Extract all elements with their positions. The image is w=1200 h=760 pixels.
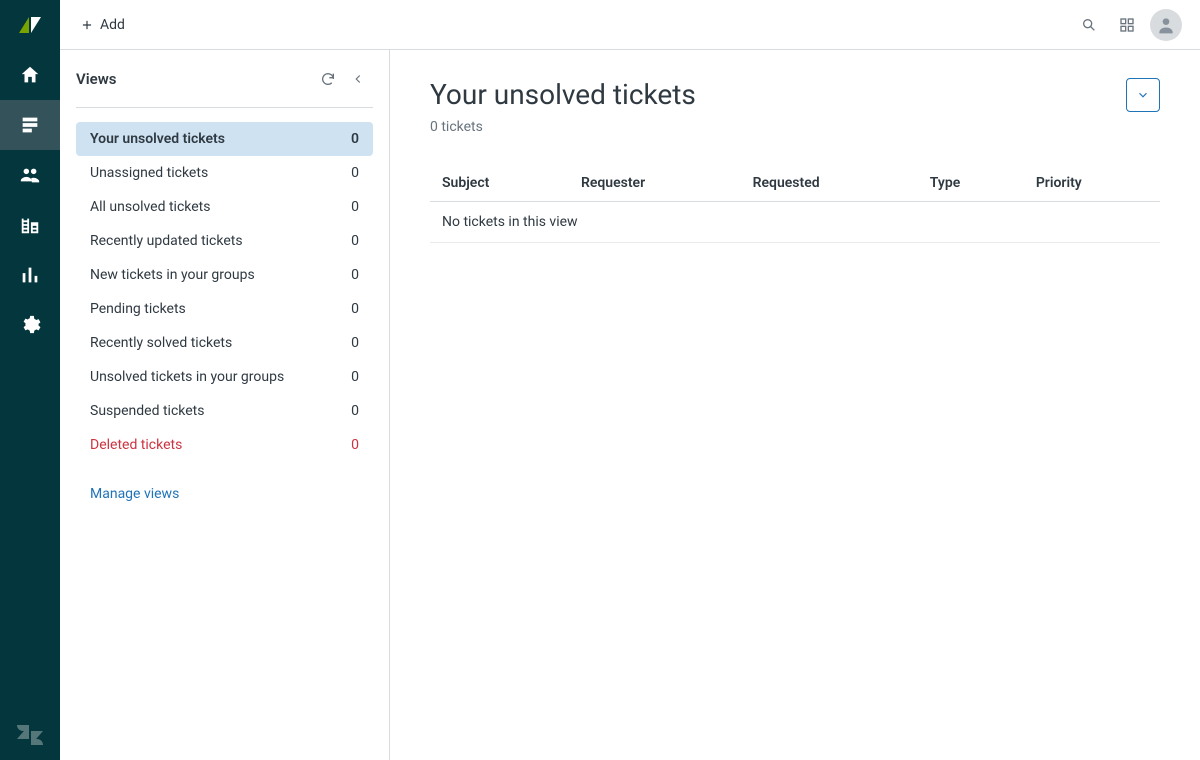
search-button[interactable] bbox=[1070, 6, 1108, 44]
table-empty-row: No tickets in this view bbox=[430, 202, 1160, 243]
topbar: Add bbox=[60, 0, 1200, 50]
nav-zendesk-icon[interactable] bbox=[0, 710, 60, 760]
view-row-count: 0 bbox=[351, 403, 359, 419]
views-title: Views bbox=[76, 70, 313, 88]
view-row-label: Unassigned tickets bbox=[90, 165, 351, 181]
view-row-count: 0 bbox=[351, 437, 359, 453]
view-row-count: 0 bbox=[351, 369, 359, 385]
apps-button[interactable] bbox=[1108, 6, 1146, 44]
table-header-row: SubjectRequesterRequestedTypePriority bbox=[430, 165, 1160, 202]
user-icon bbox=[1156, 15, 1176, 35]
plus-icon bbox=[80, 18, 94, 32]
nav-reporting[interactable] bbox=[0, 250, 60, 300]
view-row-label: Unsolved tickets in your groups bbox=[90, 369, 351, 385]
table-column-header[interactable]: Requester bbox=[569, 165, 741, 202]
app-body: Add Views Your unsolved tickets bbox=[60, 0, 1200, 760]
avatar[interactable] bbox=[1150, 9, 1182, 41]
view-row-label: Deleted tickets bbox=[90, 437, 351, 453]
view-options-button[interactable] bbox=[1126, 78, 1160, 112]
chevron-down-icon bbox=[1136, 88, 1150, 102]
view-row[interactable]: All unsolved tickets0 bbox=[76, 190, 373, 224]
nav-views[interactable] bbox=[0, 100, 60, 150]
view-row-label: Your unsolved tickets bbox=[90, 131, 351, 147]
view-row-label: Suspended tickets bbox=[90, 403, 351, 419]
table-column-header[interactable]: Priority bbox=[1024, 165, 1160, 202]
view-row-count: 0 bbox=[351, 131, 359, 147]
nav-customers[interactable] bbox=[0, 150, 60, 200]
manage-views-link[interactable]: Manage views bbox=[90, 486, 179, 502]
view-row[interactable]: Deleted tickets0 bbox=[76, 428, 373, 462]
nav-rail bbox=[0, 0, 60, 760]
view-row[interactable]: Pending tickets0 bbox=[76, 292, 373, 326]
add-button-label: Add bbox=[100, 17, 125, 33]
tickets-table: SubjectRequesterRequestedTypePriority No… bbox=[430, 165, 1160, 243]
view-row-count: 0 bbox=[351, 335, 359, 351]
empty-message: No tickets in this view bbox=[430, 202, 1160, 243]
search-icon bbox=[1081, 17, 1097, 33]
content-row: Views Your unsolved tickets0Unassigned t… bbox=[60, 50, 1200, 760]
view-row-label: Recently updated tickets bbox=[90, 233, 351, 249]
refresh-icon bbox=[320, 71, 336, 87]
view-row[interactable]: Your unsolved tickets0 bbox=[76, 122, 373, 156]
view-row-label: Recently solved tickets bbox=[90, 335, 351, 351]
view-row[interactable]: Recently solved tickets0 bbox=[76, 326, 373, 360]
view-row-label: Pending tickets bbox=[90, 301, 351, 317]
product-logo bbox=[0, 0, 60, 50]
view-row-count: 0 bbox=[351, 199, 359, 215]
view-row-count: 0 bbox=[351, 233, 359, 249]
view-row-label: New tickets in your groups bbox=[90, 267, 351, 283]
collapse-views-button[interactable] bbox=[343, 64, 373, 94]
nav-admin[interactable] bbox=[0, 300, 60, 350]
view-row[interactable]: New tickets in your groups0 bbox=[76, 258, 373, 292]
view-row[interactable]: Unsolved tickets in your groups0 bbox=[76, 360, 373, 394]
view-row[interactable]: Suspended tickets0 bbox=[76, 394, 373, 428]
view-row-count: 0 bbox=[351, 301, 359, 317]
view-row-label: All unsolved tickets bbox=[90, 199, 351, 215]
view-row[interactable]: Recently updated tickets0 bbox=[76, 224, 373, 258]
nav-organizations[interactable] bbox=[0, 200, 60, 250]
page-subtitle: 0 tickets bbox=[430, 119, 1160, 135]
table-column-header[interactable]: Type bbox=[918, 165, 1024, 202]
views-header: Views bbox=[76, 50, 373, 108]
apps-icon bbox=[1119, 17, 1135, 33]
view-row[interactable]: Unassigned tickets0 bbox=[76, 156, 373, 190]
table-column-header[interactable]: Subject bbox=[430, 165, 569, 202]
view-row-count: 0 bbox=[351, 267, 359, 283]
nav-home[interactable] bbox=[0, 50, 60, 100]
page-title: Your unsolved tickets bbox=[430, 78, 1160, 111]
view-row-count: 0 bbox=[351, 165, 359, 181]
table-column-header[interactable]: Requested bbox=[741, 165, 918, 202]
chevron-left-icon bbox=[351, 72, 365, 86]
views-list: Your unsolved tickets0Unassigned tickets… bbox=[76, 122, 373, 462]
views-panel: Views Your unsolved tickets0Unassigned t… bbox=[60, 50, 390, 760]
refresh-views-button[interactable] bbox=[313, 64, 343, 94]
add-button[interactable]: Add bbox=[72, 11, 133, 39]
main-area: Your unsolved tickets 0 tickets SubjectR… bbox=[390, 50, 1200, 760]
